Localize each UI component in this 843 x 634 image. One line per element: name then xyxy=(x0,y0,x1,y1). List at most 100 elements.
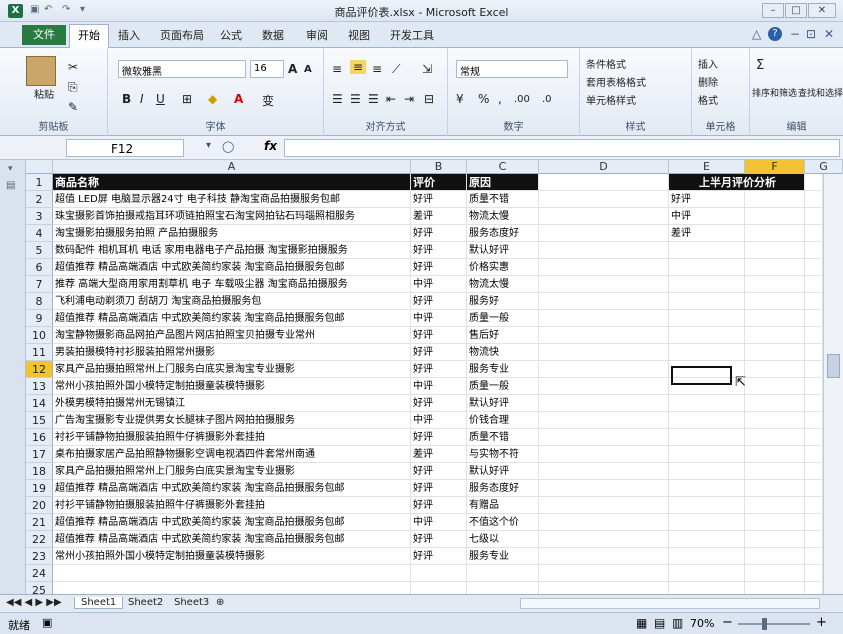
cell-e[interactable] xyxy=(669,344,745,361)
cell-g[interactable] xyxy=(805,259,823,276)
cell-b[interactable]: 好评 xyxy=(411,429,467,446)
decrease-indent-icon[interactable]: ⇤ xyxy=(386,92,396,106)
cell-c[interactable]: 物流太慢 xyxy=(467,276,539,293)
cell-b[interactable]: 好评 xyxy=(411,497,467,514)
underline-button[interactable]: U xyxy=(156,92,165,106)
cell-e[interactable] xyxy=(669,429,745,446)
cut-icon[interactable]: ✂ xyxy=(68,60,78,74)
cell-g[interactable] xyxy=(805,276,823,293)
column-header-a[interactable]: A xyxy=(53,160,411,174)
cell-f[interactable] xyxy=(745,514,805,531)
cell-b[interactable]: 好评 xyxy=(411,548,467,565)
autosum-button[interactable]: Σ xyxy=(756,58,764,73)
cell-d[interactable] xyxy=(539,293,669,310)
cell-b[interactable]: 好评 xyxy=(411,480,467,497)
cell-b[interactable]: 好评 xyxy=(411,395,467,412)
name-box[interactable]: F12 xyxy=(66,139,184,157)
cell-c[interactable]: 服务专业 xyxy=(467,548,539,565)
cell-e[interactable]: 好评 xyxy=(669,191,745,208)
macro-record-icon[interactable]: ▣ xyxy=(42,616,52,629)
format-as-table-button[interactable]: 套用表格格式 xyxy=(586,74,646,89)
format-cells-button[interactable]: 格式 xyxy=(698,92,718,107)
merge-center-icon[interactable]: ⊟ xyxy=(424,92,434,106)
cell-e[interactable] xyxy=(669,276,745,293)
cell-a[interactable]: 广告淘宝摄影专业提供男女长腿袜子图片网拍拍摄服务 xyxy=(53,412,411,429)
zoom-slider-thumb[interactable] xyxy=(762,618,767,630)
selected-cell-f12[interactable] xyxy=(671,366,732,385)
cell-a[interactable]: 超值推荐 精品高端酒店 中式欧美简约家装 淘宝商品拍摄服务包邮 xyxy=(53,514,411,531)
zoom-out-button[interactable]: − xyxy=(722,615,733,630)
cell-d[interactable] xyxy=(539,429,669,446)
row-header[interactable]: 4 xyxy=(26,225,53,242)
cell-f[interactable] xyxy=(745,463,805,480)
cell-e[interactable] xyxy=(669,310,745,327)
cell-g[interactable] xyxy=(805,293,823,310)
tab-sheet3[interactable]: Sheet3 xyxy=(170,597,213,608)
cell-e[interactable] xyxy=(669,327,745,344)
cell-g[interactable] xyxy=(805,480,823,497)
row-header[interactable]: 19 xyxy=(26,480,53,497)
column-header-e[interactable]: E xyxy=(669,160,745,174)
cell-c[interactable]: 默认好评 xyxy=(467,463,539,480)
grow-font-button[interactable]: A xyxy=(288,62,297,76)
cell-c[interactable]: 质量不错 xyxy=(467,191,539,208)
cell-c[interactable]: 物流快 xyxy=(467,344,539,361)
cell-b[interactable]: 中评 xyxy=(411,378,467,395)
cell-f[interactable] xyxy=(745,259,805,276)
italic-button[interactable]: I xyxy=(140,92,144,106)
zoom-level[interactable]: 70% xyxy=(690,617,714,630)
formula-circle-icon[interactable]: ◯ xyxy=(222,140,234,153)
cell-c[interactable]: 价钱合理 xyxy=(467,412,539,429)
cell-b[interactable]: 好评 xyxy=(411,463,467,480)
cell-f[interactable] xyxy=(745,395,805,412)
row-header[interactable]: 17 xyxy=(26,446,53,463)
cell-g[interactable] xyxy=(805,565,823,582)
cell-e[interactable] xyxy=(669,463,745,480)
cell-b[interactable]: 好评 xyxy=(411,531,467,548)
cell-g[interactable] xyxy=(805,208,823,225)
number-format-select[interactable]: 常规 xyxy=(456,60,568,78)
cell-a[interactable]: 淘宝静物摄影商品网拍产品图片网店拍照宝贝拍摄专业常州 xyxy=(53,327,411,344)
align-right-icon[interactable]: ☰ xyxy=(368,92,379,106)
cell-f[interactable] xyxy=(745,242,805,259)
cell-c[interactable]: 原因 xyxy=(467,174,539,191)
column-header-c[interactable]: C xyxy=(467,160,539,174)
cell-e[interactable] xyxy=(669,395,745,412)
cell-f[interactable] xyxy=(745,327,805,344)
cell-g[interactable] xyxy=(805,446,823,463)
cell-g[interactable] xyxy=(805,412,823,429)
orientation-icon[interactable]: ⟋ xyxy=(392,62,400,77)
cell-e[interactable]: 差评 xyxy=(669,225,745,242)
cell-c[interactable]: 质量一般 xyxy=(467,310,539,327)
cell-g[interactable] xyxy=(805,242,823,259)
copy-icon[interactable]: ⎘ xyxy=(68,80,78,95)
align-bottom-icon[interactable]: ≡ xyxy=(372,62,382,76)
page-break-view-icon[interactable]: ▥ xyxy=(672,616,683,630)
cell-d[interactable] xyxy=(539,446,669,463)
sort-filter-button[interactable]: 排序和筛选 xyxy=(752,86,797,99)
tab-developer[interactable]: 开发工具 xyxy=(390,27,434,43)
row-header[interactable]: 15 xyxy=(26,412,53,429)
cell-f[interactable] xyxy=(745,276,805,293)
cell-g[interactable] xyxy=(805,531,823,548)
cell-c[interactable]: 物流太慢 xyxy=(467,208,539,225)
zoom-in-button[interactable]: + xyxy=(816,615,827,630)
cell-f[interactable] xyxy=(745,446,805,463)
cell-e[interactable] xyxy=(669,548,745,565)
cell-c[interactable]: 七级以 xyxy=(467,531,539,548)
cell-a[interactable]: 常州小孩拍照外国小模特定制拍摄童装模特摄影 xyxy=(53,378,411,395)
cell-a[interactable]: 超值 LED屏 电脑显示器24寸 电子科技 静淘宝商品拍摄服务包邮 xyxy=(53,191,411,208)
paste-button[interactable]: 粘贴 xyxy=(34,86,54,101)
workbook-close-icon[interactable]: ✕ xyxy=(824,27,834,41)
cell-d[interactable] xyxy=(539,497,669,514)
column-header-b[interactable]: B xyxy=(411,160,467,174)
horizontal-scrollbar[interactable] xyxy=(520,598,820,609)
cell-a[interactable]: 超值推荐 精品高端酒店 中式欧美简约家装 淘宝商品拍摄服务包邮 xyxy=(53,310,411,327)
cell-a[interactable]: 推荐 高端大型商用家用割草机 电子 车载吸尘器 淘宝商品拍摄服务 xyxy=(53,276,411,293)
cell-e[interactable] xyxy=(669,514,745,531)
row-header[interactable]: 24 xyxy=(26,565,53,582)
panel-handle-icon[interactable]: ▤ xyxy=(6,180,15,191)
vertical-scroll-thumb[interactable] xyxy=(827,354,840,378)
cell-c[interactable]: 与实物不符 xyxy=(467,446,539,463)
cell-a[interactable]: 淘宝摄影拍摄服务拍照 产品拍摄服务 xyxy=(53,225,411,242)
